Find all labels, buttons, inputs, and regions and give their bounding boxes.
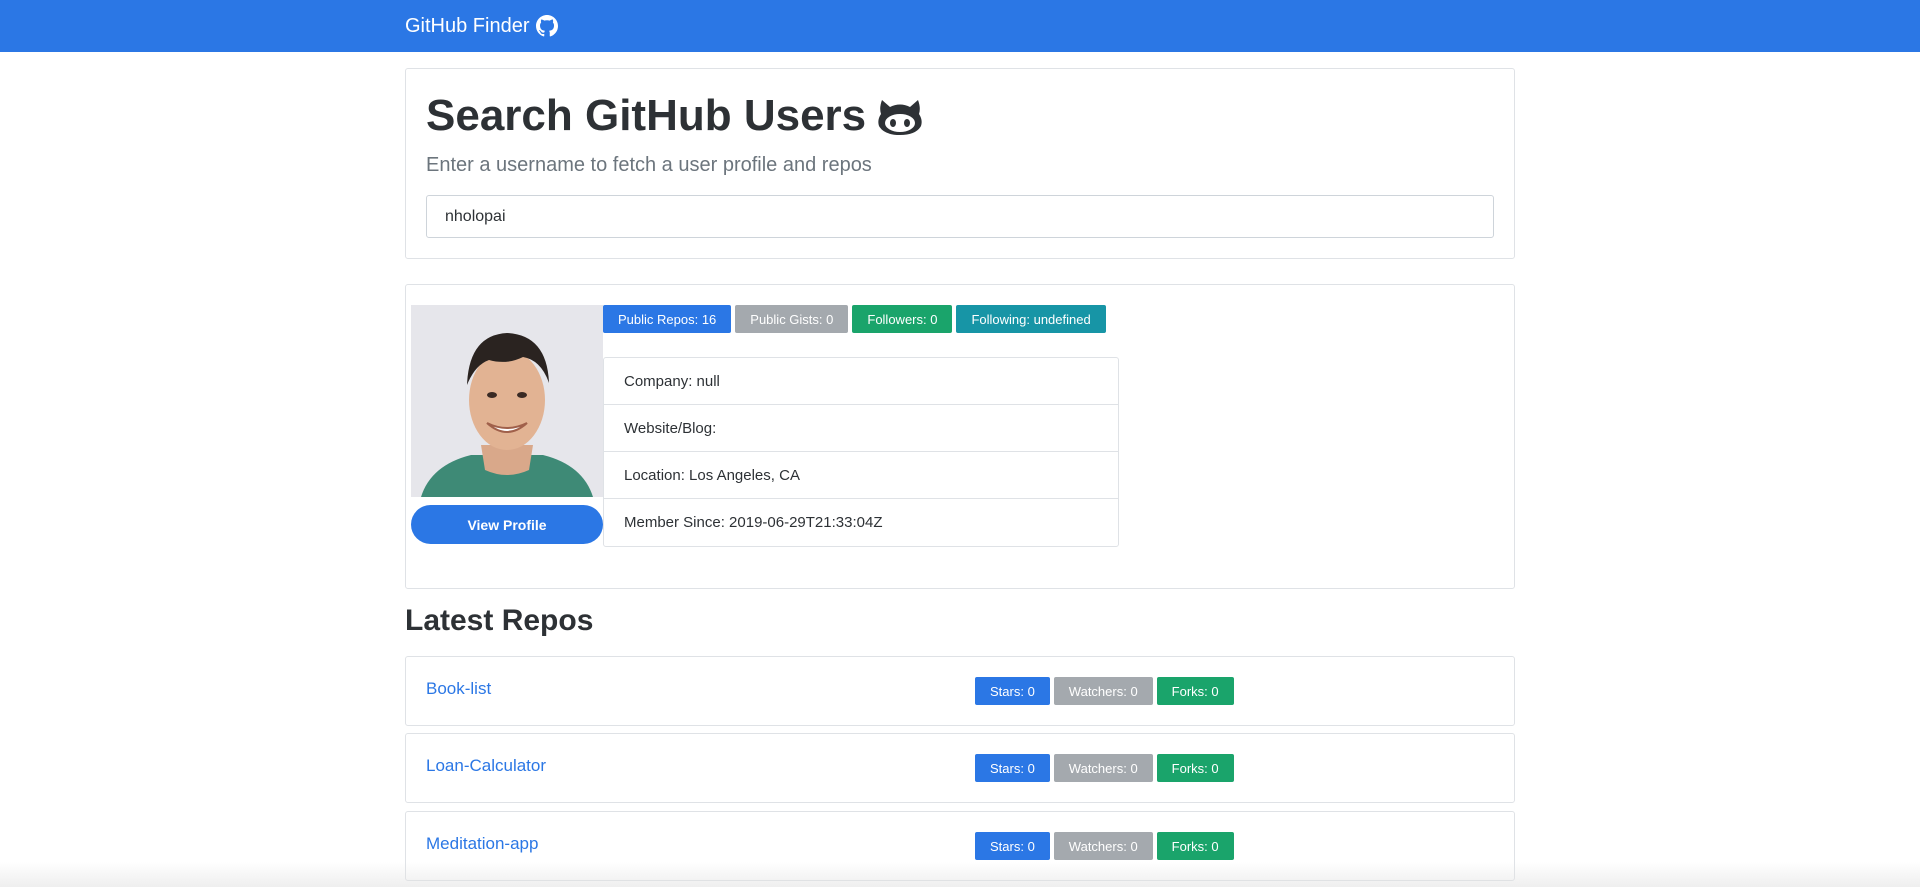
repo-link[interactable]: Book-list: [426, 679, 491, 699]
avatar-image: [411, 305, 603, 497]
repo-link[interactable]: Meditation-app: [426, 834, 538, 854]
watchers-badge: Watchers: 0: [1053, 754, 1153, 782]
forks-badge: Forks: 0: [1156, 677, 1234, 705]
forks-badge: Forks: 0: [1156, 832, 1234, 860]
search-card: Search GitHub Users Enter a username to …: [405, 68, 1515, 259]
forks-badge: Forks: 0: [1156, 754, 1234, 782]
view-profile-button[interactable]: View Profile: [411, 505, 603, 544]
search-input[interactable]: [426, 195, 1494, 238]
profile-badges: Public Repos: 16 Public Gists: 0 Followe…: [603, 305, 1106, 333]
watchers-badge: Watchers: 0: [1053, 832, 1153, 860]
stars-badge: Stars: 0: [975, 754, 1050, 782]
public-gists-badge: Public Gists: 0: [735, 305, 849, 333]
avatar: [411, 305, 603, 497]
repo-card: Book-list Stars: 0 Watchers: 0 Forks: 0: [405, 656, 1515, 726]
page-title: Search GitHub Users: [426, 91, 924, 141]
latest-repos-title: Latest Repos: [405, 604, 594, 637]
stars-badge: Stars: 0: [975, 832, 1050, 860]
repo-card: Meditation-app Stars: 0 Watchers: 0 Fork…: [405, 811, 1515, 881]
search-lead: Enter a username to fetch a user profile…: [426, 154, 872, 176]
profile-info-list: Company: null Website/Blog: Location: Lo…: [603, 357, 1119, 547]
repo-badges: Stars: 0 Watchers: 0 Forks: 0: [975, 754, 1234, 782]
location-item: Location: Los Angeles, CA: [604, 452, 1118, 499]
following-badge: Following: undefined: [956, 305, 1106, 333]
repo-badges: Stars: 0 Watchers: 0 Forks: 0: [975, 832, 1234, 860]
main-container: Search GitHub Users Enter a username to …: [405, 0, 1515, 887]
public-repos-badge: Public Repos: 16: [603, 305, 732, 333]
company-item: Company: null: [604, 358, 1118, 405]
page-title-text: Search GitHub Users: [426, 91, 867, 140]
repo-card: Loan-Calculator Stars: 0 Watchers: 0 For…: [405, 733, 1515, 803]
profile-card: View Profile Public Repos: 16 Public Gis…: [405, 284, 1515, 589]
repo-badges: Stars: 0 Watchers: 0 Forks: 0: [975, 677, 1234, 705]
member-since-item: Member Since: 2019-06-29T21:33:04Z: [624, 514, 883, 531]
stars-badge: Stars: 0: [975, 677, 1050, 705]
website-item: Website/Blog:: [604, 405, 1118, 452]
watchers-badge: Watchers: 0: [1053, 677, 1153, 705]
octocat-icon: [878, 100, 922, 135]
followers-badge: Followers: 0: [852, 305, 953, 333]
repo-link[interactable]: Loan-Calculator: [426, 756, 546, 776]
